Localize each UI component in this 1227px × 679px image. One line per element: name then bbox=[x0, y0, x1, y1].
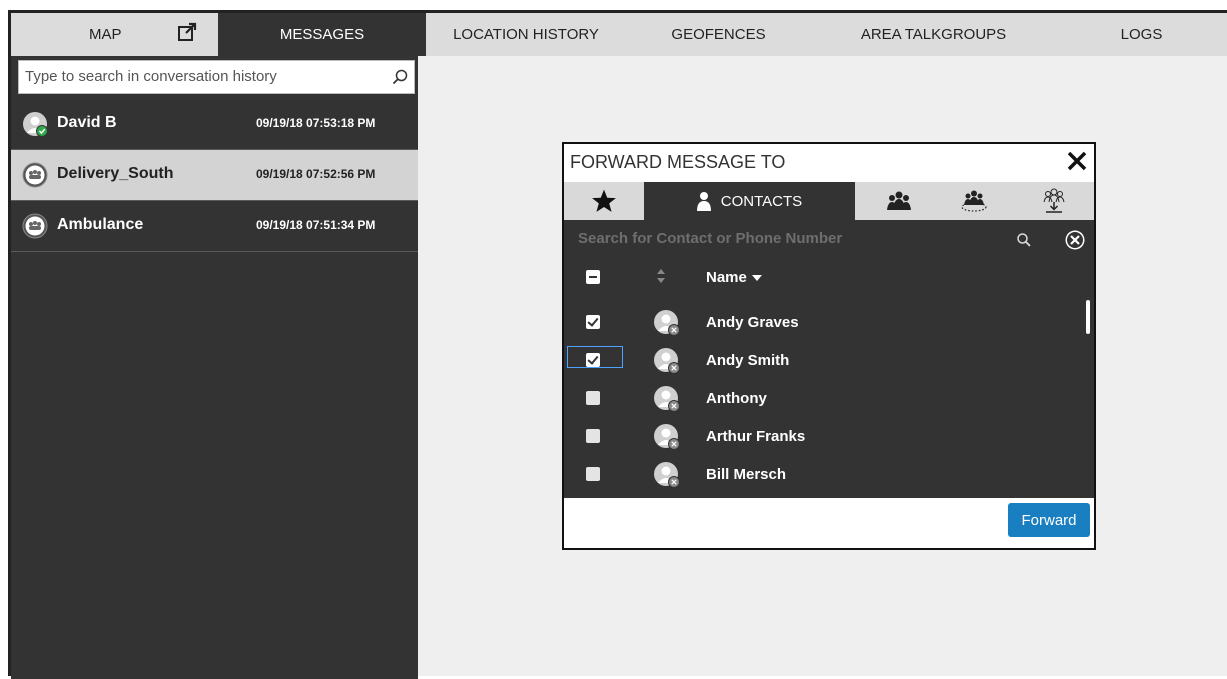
select-all-checkbox[interactable] bbox=[586, 270, 600, 284]
contact-name: Andy Graves bbox=[706, 314, 799, 331]
tab-map[interactable]: MAP bbox=[11, 13, 218, 56]
tab-contacts[interactable]: CONTACTS bbox=[644, 182, 855, 220]
close-icon[interactable] bbox=[1066, 150, 1088, 172]
contact-search-input[interactable] bbox=[578, 230, 998, 247]
search-icon[interactable] bbox=[392, 69, 408, 85]
group-icon bbox=[887, 191, 911, 210]
conversation-name: Ambulance bbox=[57, 216, 144, 233]
tab-logs[interactable]: LOGS bbox=[1056, 13, 1227, 56]
conversation-item-delivery-south[interactable]: Delivery_South 09/19/18 07:52:56 PM bbox=[11, 150, 418, 201]
conversation-panel: David B 09/19/18 07:53:18 PM Delivery_So… bbox=[11, 56, 418, 679]
user-offline-icon bbox=[654, 386, 680, 412]
contact-row[interactable]: Andy Smith bbox=[564, 341, 1084, 379]
forward-button[interactable]: Forward bbox=[1008, 503, 1090, 537]
tab-messages[interactable]: MESSAGES bbox=[218, 13, 426, 56]
contact-name: Anthony bbox=[706, 390, 767, 407]
tab-geofences[interactable]: GEOFENCES bbox=[626, 13, 811, 56]
tab-favorites[interactable] bbox=[564, 182, 644, 220]
contact-checkbox[interactable] bbox=[586, 391, 600, 405]
tab-area-talkgroups[interactable]: AREA TALKGROUPS bbox=[811, 13, 1056, 56]
user-offline-icon bbox=[654, 424, 680, 450]
contact-checkbox[interactable] bbox=[586, 353, 600, 367]
contact-row[interactable]: Andy Graves bbox=[564, 303, 1084, 341]
conversation-time: 09/19/18 07:51:34 PM bbox=[256, 218, 376, 232]
scrollbar-thumb[interactable] bbox=[1086, 300, 1090, 334]
conversation-time: 09/19/18 07:52:56 PM bbox=[256, 167, 376, 181]
contact-name: Bill Mersch bbox=[706, 466, 787, 483]
conversation-search bbox=[18, 60, 415, 94]
contact-row[interactable]: Anthony bbox=[564, 379, 1084, 417]
tab-contacts-label: CONTACTS bbox=[720, 192, 803, 210]
contact-checkbox[interactable] bbox=[586, 429, 600, 443]
column-header-name[interactable]: Name bbox=[706, 269, 762, 286]
column-header-name-label: Name bbox=[706, 269, 747, 286]
conversation-item-david-b[interactable]: David B 09/19/18 07:53:18 PM bbox=[11, 99, 418, 150]
star-icon bbox=[592, 189, 616, 212]
contact-checkbox[interactable] bbox=[586, 467, 600, 481]
user-offline-icon bbox=[654, 462, 680, 488]
dialog-footer: Forward bbox=[564, 498, 1094, 548]
contact-row[interactable]: Bill Mersch bbox=[564, 455, 1084, 493]
dialog-tabs: CONTACTS bbox=[564, 182, 1094, 220]
popout-icon[interactable] bbox=[177, 22, 197, 42]
contact-search bbox=[578, 230, 998, 247]
forward-message-dialog: FORWARD MESSAGE TO CONTACTS Search for C… bbox=[562, 142, 1096, 550]
conversation-time: 09/19/18 07:53:18 PM bbox=[256, 116, 376, 130]
sort-icon[interactable] bbox=[656, 268, 666, 284]
conversation-name: Delivery_South bbox=[57, 165, 174, 182]
tab-groups[interactable] bbox=[869, 182, 929, 220]
dialog-title: FORWARD MESSAGE TO bbox=[570, 152, 786, 172]
main-tabbar: MAP MESSAGES LOCATION HISTORY GEOFENCES … bbox=[11, 13, 1227, 56]
tab-location-history[interactable]: LOCATION HISTORY bbox=[426, 13, 626, 56]
user-offline-icon bbox=[654, 348, 680, 374]
tab-map-label: MAP bbox=[89, 26, 122, 43]
dispatch-group-icon bbox=[1043, 188, 1065, 213]
conversation-item-ambulance[interactable]: Ambulance 09/19/18 07:51:34 PM bbox=[11, 201, 418, 252]
contact-row[interactable]: Arthur Franks bbox=[564, 417, 1084, 455]
user-online-icon bbox=[23, 112, 48, 137]
user-offline-icon bbox=[654, 310, 680, 336]
conversation-search-input[interactable] bbox=[19, 61, 385, 91]
group-icon bbox=[22, 162, 48, 188]
tab-area-groups[interactable] bbox=[944, 182, 1004, 220]
search-icon[interactable] bbox=[1016, 232, 1032, 248]
clear-search-icon[interactable] bbox=[1064, 229, 1086, 251]
contact-name: Arthur Franks bbox=[706, 428, 806, 445]
group-icon bbox=[22, 213, 48, 239]
caret-down-icon bbox=[751, 275, 762, 282]
tab-dispatch-groups[interactable] bbox=[1024, 182, 1084, 220]
contact-name: Andy Smith bbox=[706, 352, 790, 369]
contact-checkbox[interactable] bbox=[586, 315, 600, 329]
area-group-icon bbox=[961, 190, 987, 212]
contact-icon bbox=[696, 192, 711, 211]
conversation-name: David B bbox=[57, 114, 117, 131]
contact-list-panel: Name Andy Graves Andy Smith bbox=[564, 220, 1094, 498]
